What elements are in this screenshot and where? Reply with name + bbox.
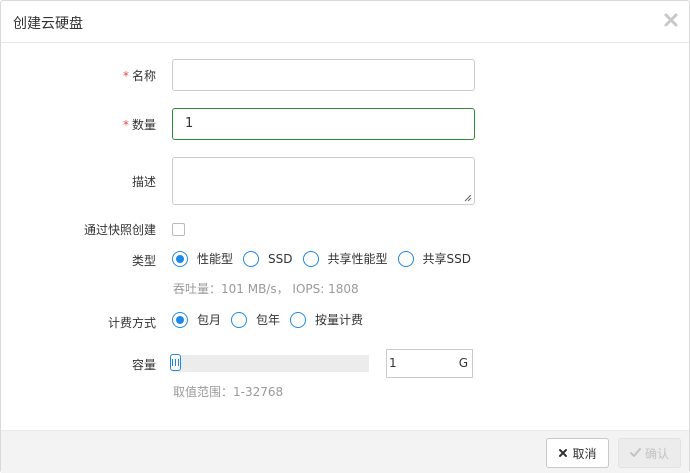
dialog-title: 创建云硬盘 [13, 16, 83, 32]
capacity-slider-handle[interactable] [170, 354, 181, 371]
capacity-unit: G [458, 356, 468, 370]
type-option-shared-ssd[interactable]: 共享SSD [397, 250, 471, 267]
check-icon [629, 448, 641, 457]
type-radio-group: 性能型 SSD 共享性能型 共享SSD [172, 250, 481, 267]
confirm-button[interactable]: 确认 [618, 438, 681, 468]
throughput-hint: 吞吐量：101 MB/s， IOPS: 1808 [173, 282, 359, 296]
dialog-footer: 取消 确认 [1, 430, 689, 473]
radio-icon [290, 311, 307, 328]
close-icon[interactable] [663, 12, 679, 28]
billing-option-monthly[interactable]: 包月 [172, 311, 221, 328]
name-input[interactable] [172, 59, 475, 91]
dialog-header: 创建云硬盘 [1, 1, 689, 43]
cancel-button[interactable]: 取消 [546, 438, 609, 468]
quantity-label: * 数量 [122, 118, 156, 132]
capacity-slider[interactable] [170, 354, 369, 372]
billing-option-pay-as-you-go[interactable]: 按量计费 [290, 311, 363, 328]
type-option-performance[interactable]: 性能型 [172, 250, 233, 267]
create-cloud-disk-dialog: 创建云硬盘 * 名称 * 数量 1 描述 通过快照创建 类型 性能型 SSD 共… [0, 0, 690, 473]
capacity-value: 1 [389, 356, 397, 370]
quantity-value: 1 [185, 116, 194, 131]
snapshot-checkbox[interactable] [172, 223, 185, 236]
radio-icon [302, 250, 319, 267]
close-icon [559, 449, 568, 457]
capacity-range-hint: 取值范围：1-32768 [173, 385, 284, 399]
type-option-ssd[interactable]: SSD [243, 250, 293, 267]
radio-selected-icon [172, 250, 188, 267]
required-mark: * [122, 118, 129, 132]
quantity-input[interactable]: 1 [172, 108, 475, 140]
description-textarea[interactable] [172, 157, 475, 205]
billing-radio-group: 包月 包年 按量计费 [172, 311, 373, 328]
radio-icon [231, 311, 248, 328]
resize-handle-icon[interactable] [464, 194, 472, 202]
description-label: 描述 [131, 175, 156, 189]
radio-selected-icon [172, 311, 188, 328]
capacity-label: 容量 [131, 358, 156, 372]
type-label: 类型 [131, 254, 156, 268]
name-label: * 名称 [122, 69, 156, 83]
snapshot-label: 通过快照创建 [83, 223, 156, 237]
capacity-input[interactable]: 1 G [386, 349, 473, 378]
billing-option-yearly[interactable]: 包年 [231, 311, 280, 328]
required-mark: * [122, 69, 129, 83]
type-option-shared-performance[interactable]: 共享性能型 [302, 250, 388, 267]
billing-label: 计费方式 [107, 316, 156, 330]
radio-icon [243, 250, 260, 267]
radio-icon [397, 250, 414, 267]
